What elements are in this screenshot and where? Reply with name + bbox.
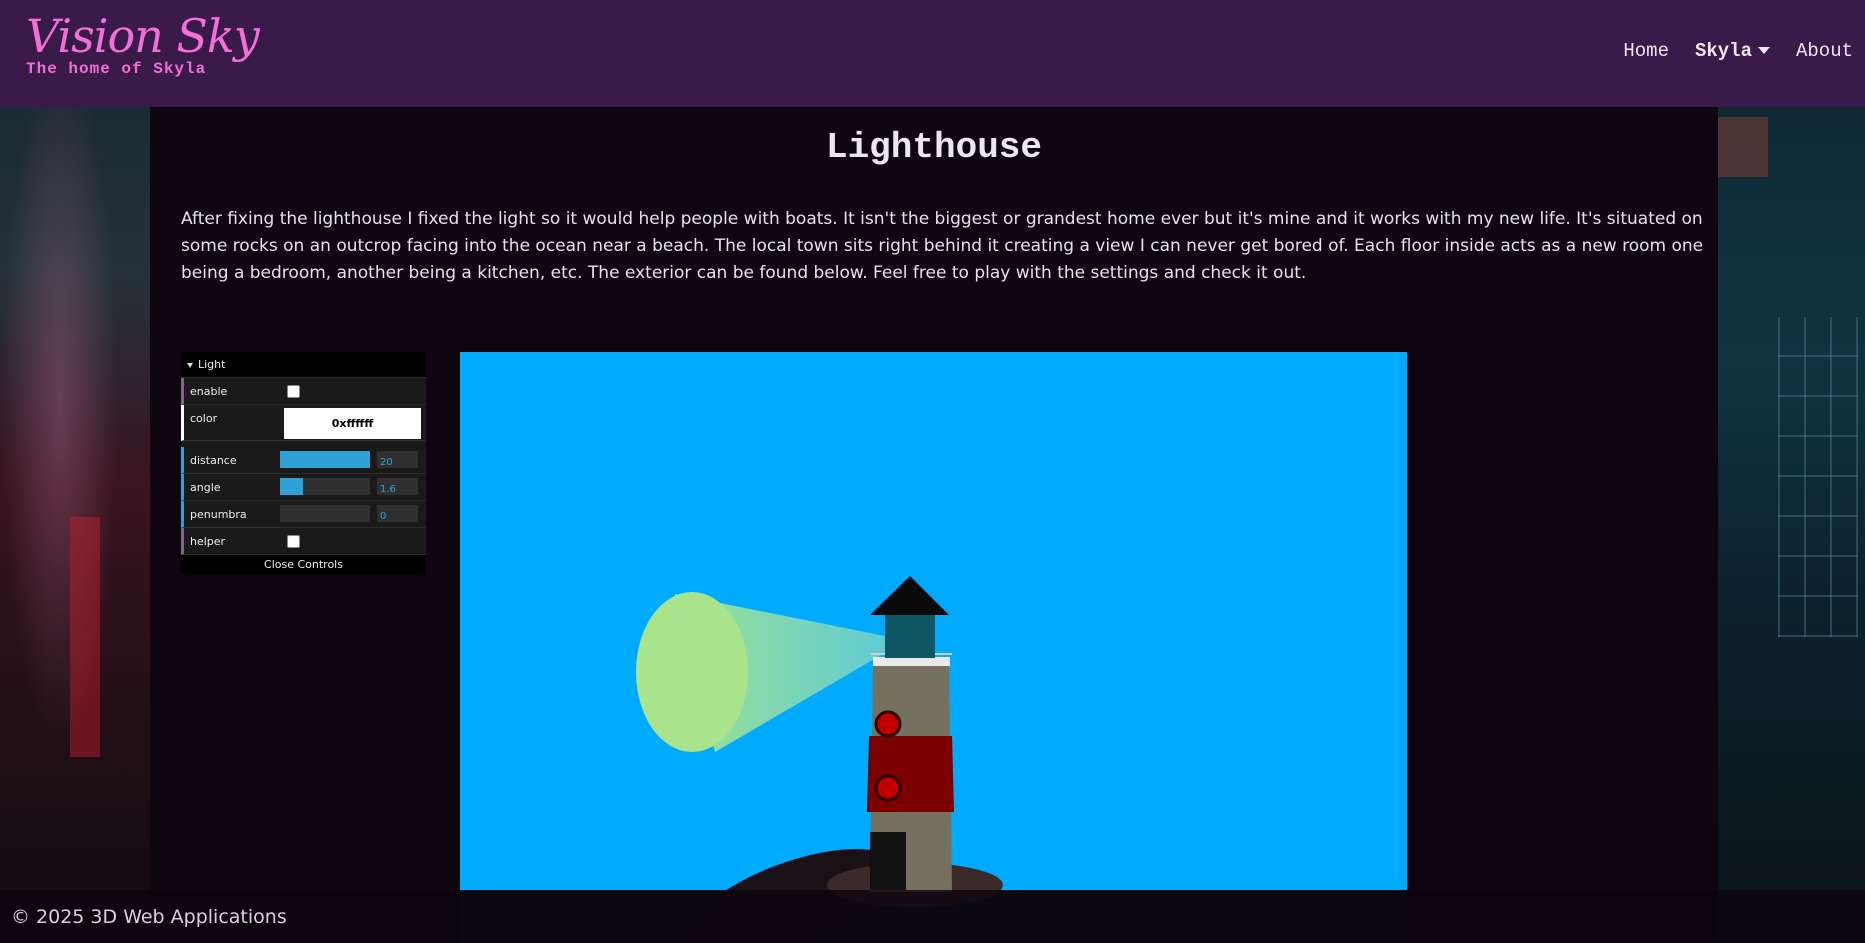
color-picker[interactable]: 0xffffff [284,408,421,439]
penumbra-input[interactable]: 0 [377,505,418,522]
neon-sign [1718,117,1768,177]
brand-logo[interactable]: Vision Sky The home of Skyla [26,9,260,78]
nav-links: Home Skyla About [1623,40,1853,62]
triangle-down-icon [187,362,193,368]
light-folder-header[interactable]: Light [181,352,426,378]
enable-checkbox[interactable] [287,385,300,398]
light-controls-panel: Light enable color 0xffffff distance 20 … [181,352,426,575]
penumbra-slider[interactable] [280,505,370,522]
penumbra-row: penumbra 0 [181,501,426,528]
nav-skyla-dropdown[interactable]: Skyla [1695,40,1770,62]
lighthouse-3d-canvas[interactable] [460,352,1407,943]
background-photo-left [0,107,150,943]
angle-slider-fill [280,478,303,495]
light-beam-end [636,592,748,752]
nav-home-link[interactable]: Home [1623,40,1669,62]
distance-slider[interactable] [280,451,370,468]
nav-skyla-label: Skyla [1694,40,1752,62]
helper-label: helper [190,535,226,548]
color-label: color [190,412,218,425]
porthole-window [874,710,902,738]
intro-paragraph: After fixing the lighthouse I fixed the … [181,209,1704,283]
enable-row: enable [181,378,426,405]
angle-label: angle [190,481,221,494]
folder-title: Light [198,358,226,371]
building-windows [1778,317,1858,637]
distance-label: distance [190,454,237,467]
footer: © 2025 3D Web Applications [0,890,1865,943]
angle-slider[interactable] [280,478,370,495]
nav-about-link[interactable]: About [1796,40,1853,62]
angle-row: angle 1.6 [181,474,426,501]
page-title: Lighthouse [825,127,1043,168]
color-row: color 0xffffff [181,405,426,441]
penumbra-label: penumbra [190,508,247,521]
caret-down-icon [1757,47,1770,55]
distance-row: distance 20 [181,447,426,474]
navbar: Vision Sky The home of Skyla Home Skyla … [0,0,1865,107]
lantern-room [885,614,935,658]
distance-input[interactable]: 20 [377,451,418,468]
enable-label: enable [190,385,228,398]
angle-input[interactable]: 1.6 [377,478,418,495]
lighthouse-gallery [873,657,950,666]
brand-title: Vision Sky [26,9,260,63]
footer-copyright: © 2025 3D Web Applications [11,906,287,928]
neon-glow [70,517,100,757]
lighthouse-door [870,832,906,890]
distance-slider-fill [280,451,370,468]
helper-row: helper [181,528,426,555]
close-controls-button[interactable]: Close Controls [181,555,426,575]
lighthouse-red-band [867,736,954,812]
porthole-window [874,774,902,802]
background-photo-right [1718,107,1865,943]
helper-checkbox[interactable] [287,535,300,548]
